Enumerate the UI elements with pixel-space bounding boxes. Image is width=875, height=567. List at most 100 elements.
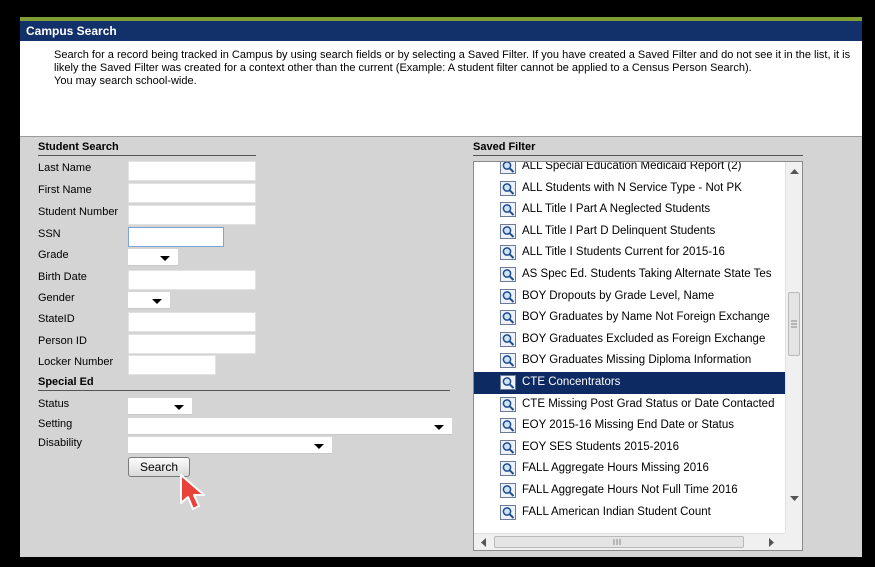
scroll-up-icon[interactable]: [787, 164, 802, 178]
saved-filter-item-label: EOY 2015-16 Missing End Date or Status: [522, 419, 735, 432]
saved-filter-item-label: ALL Special Education Medicaid Report (2…: [522, 161, 742, 172]
setting-select[interactable]: [128, 418, 452, 435]
gender-select[interactable]: [128, 292, 170, 309]
birth-date-input[interactable]: [129, 271, 255, 289]
saved-filter-item[interactable]: CTE Missing Post Grad Status or Date Con…: [474, 394, 786, 416]
locker-number-field[interactable]: [128, 355, 216, 375]
saved-filter-item[interactable]: AS Spec Ed. Students Taking Alternate St…: [474, 264, 786, 286]
saved-filter-item-label: BOY Graduates Missing Diploma Informatio…: [522, 354, 752, 367]
search-filter-icon: [500, 288, 516, 304]
saved-filter-item[interactable]: FALL Aggregate Hours Not Full Time 2016: [474, 480, 786, 502]
birth-date-label: Birth Date: [38, 271, 87, 283]
locker-number-input[interactable]: [129, 356, 215, 374]
gender-label: Gender: [38, 292, 75, 304]
chevron-down-icon: [160, 256, 170, 261]
search-filter-icon: [500, 331, 516, 347]
scroll-right-icon[interactable]: [764, 535, 778, 550]
search-filter-icon: [500, 439, 516, 455]
saved-filter-item-label: BOY Graduates by Name Not Foreign Exchan…: [522, 311, 770, 324]
saved-filter-item[interactable]: BOY Graduates Excluded as Foreign Exchan…: [474, 329, 786, 351]
search-filter-icon: [500, 482, 516, 498]
saved-filter-item-label: ALL Title I Part D Delinquent Students: [522, 224, 716, 237]
status-label: Status: [38, 398, 70, 410]
campus-search-window: Campus Search Search for a record being …: [20, 17, 862, 557]
search-filter-icon: [500, 418, 516, 434]
disability-label: Disability: [38, 437, 83, 449]
horizontal-scrollbar[interactable]: [474, 533, 786, 550]
last-name-input[interactable]: [129, 162, 255, 180]
saved-filter-item-label: ALL Students with N Service Type - Not P…: [522, 181, 742, 194]
search-filter-icon: [500, 180, 516, 196]
saved-filter-item[interactable]: EOY SES Students 2015-2016: [474, 437, 786, 459]
saved-filter-heading: Saved Filter: [473, 141, 803, 156]
search-filter-icon: [500, 504, 516, 520]
search-filter-icon: [500, 223, 516, 239]
person-id-field[interactable]: [128, 334, 256, 354]
saved-filter-item[interactable]: ALL Title I Part A Neglected Students: [474, 199, 786, 221]
saved-filter-item[interactable]: ALL Title I Part D Delinquent Students: [474, 221, 786, 243]
saved-filter-item-label: ALL Title I Students Current for 2015-16: [522, 246, 725, 259]
saved-filter-item[interactable]: ALL Students with N Service Type - Not P…: [474, 178, 786, 200]
person-id-input[interactable]: [129, 335, 255, 353]
search-filter-icon: [500, 162, 516, 174]
first-name-field[interactable]: [128, 183, 256, 203]
vertical-scrollbar-thumb[interactable]: [788, 292, 800, 356]
first-name-label: First Name: [38, 184, 92, 196]
saved-filter-item-label: EOY SES Students 2015-2016: [522, 440, 680, 453]
saved-filter-item-label: CTE Missing Post Grad Status or Date Con…: [522, 397, 775, 410]
student-number-field[interactable]: [128, 205, 256, 225]
saved-filter-item-label: BOY Dropouts by Grade Level, Name: [522, 289, 715, 302]
saved-filter-items: ALL Special Education Medicaid Report (2…: [474, 161, 786, 524]
info-text: Search for a record being tracked in Cam…: [54, 49, 851, 74]
state-id-input[interactable]: [129, 313, 255, 331]
search-filter-icon: [500, 266, 516, 282]
vertical-scrollbar[interactable]: [785, 162, 802, 534]
student-number-input[interactable]: [129, 206, 255, 224]
scroll-left-icon[interactable]: [477, 535, 491, 550]
special-ed-heading: Special Ed: [38, 376, 450, 391]
window-title: Campus Search: [20, 21, 862, 41]
search-filter-icon: [500, 396, 516, 412]
first-name-input[interactable]: [129, 184, 255, 202]
saved-filter-item-label: FALL Aggregate Hours Not Full Time 2016: [522, 483, 738, 496]
disability-select[interactable]: [128, 437, 332, 454]
grade-label: Grade: [38, 249, 69, 261]
state-id-field[interactable]: [128, 312, 256, 332]
search-filter-icon: [500, 245, 516, 261]
saved-filter-item[interactable]: BOY Graduates by Name Not Foreign Exchan…: [474, 307, 786, 329]
saved-filter-item[interactable]: ALL Special Education Medicaid Report (2…: [474, 161, 786, 178]
saved-filter-item[interactable]: BOY Dropouts by Grade Level, Name: [474, 286, 786, 308]
status-select[interactable]: [128, 398, 192, 415]
horizontal-scrollbar-thumb[interactable]: [494, 536, 744, 548]
search-filter-icon: [500, 202, 516, 218]
chevron-down-icon: [174, 405, 184, 410]
search-filter-icon: [500, 374, 516, 390]
saved-filter-item[interactable]: FALL American Indian Student Count: [474, 502, 786, 524]
student-search-heading: Student Search: [38, 141, 256, 156]
last-name-field[interactable]: [128, 161, 256, 181]
grade-select[interactable]: [128, 249, 178, 266]
saved-filter-item[interactable]: ALL Title I Students Current for 2015-16: [474, 242, 786, 264]
saved-filter-item-label: FALL American Indian Student Count: [522, 505, 711, 518]
person-id-label: Person ID: [38, 335, 87, 347]
saved-filter-item[interactable]: FALL Aggregate Hours Missing 2016: [474, 458, 786, 480]
saved-filter-item-label: ALL Title I Part A Neglected Students: [522, 203, 711, 216]
mouse-cursor-icon: [180, 474, 205, 510]
saved-filter-item[interactable]: BOY Graduates Missing Diploma Informatio…: [474, 350, 786, 372]
birth-date-field[interactable]: [128, 270, 256, 290]
ssn-input[interactable]: [129, 228, 223, 246]
setting-label: Setting: [38, 418, 73, 430]
ssn-label: SSN: [38, 228, 61, 240]
saved-filter-item-label: FALL Aggregate Hours Missing 2016: [522, 462, 709, 475]
info-panel: Search for a record being tracked in Cam…: [20, 41, 862, 137]
ssn-field[interactable]: [128, 227, 224, 247]
last-name-label: Last Name: [38, 162, 92, 174]
saved-filter-item[interactable]: CTE Concentrators: [474, 371, 786, 394]
saved-filter-list[interactable]: ALL Special Education Medicaid Report (2…: [473, 161, 803, 551]
saved-filter-item[interactable]: EOY 2015-16 Missing End Date or Status: [474, 415, 786, 437]
student-number-label: Student Number: [38, 206, 119, 218]
saved-filter-item-label: BOY Graduates Excluded as Foreign Exchan…: [522, 332, 766, 345]
saved-filter-item-label: AS Spec Ed. Students Taking Alternate St…: [522, 267, 772, 280]
scroll-down-icon[interactable]: [787, 492, 802, 506]
search-filter-icon: [500, 353, 516, 369]
